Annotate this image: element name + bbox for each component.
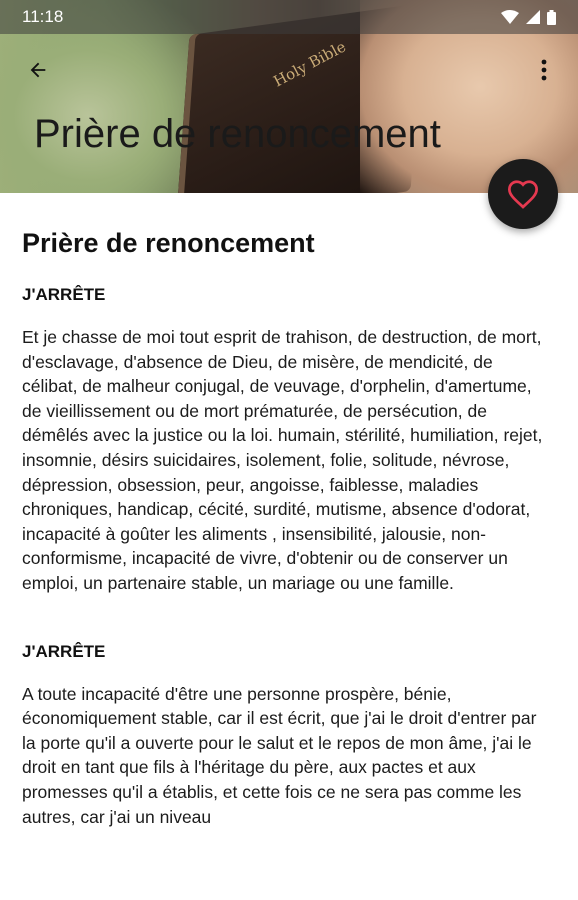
section-title: J'ARRÊTE xyxy=(22,285,106,304)
more-vert-icon xyxy=(541,59,547,81)
section-text: A toute incapacité d'être une personne p… xyxy=(22,683,537,827)
back-button[interactable] xyxy=(22,54,54,86)
section-text: Et je chasse de moi tout esprit de trahi… xyxy=(22,327,543,593)
app-bar xyxy=(0,44,578,96)
status-bar: 11:18 xyxy=(0,0,578,34)
heart-icon xyxy=(507,180,539,209)
favorite-button[interactable] xyxy=(488,159,558,229)
overflow-menu-button[interactable] xyxy=(528,54,560,86)
prayer-content: Prière de renoncement J'ARRÊTE Et je cha… xyxy=(22,228,552,829)
header-image: Holy Bible 11:18 Prière de renoncement xyxy=(0,0,578,193)
page-title: Prière de renoncement xyxy=(22,228,315,258)
signal-icon xyxy=(526,10,540,24)
battery-icon xyxy=(547,9,556,25)
back-arrow-icon xyxy=(30,62,46,78)
status-time: 11:18 xyxy=(22,7,64,26)
section-title: J'ARRÊTE xyxy=(22,641,106,661)
status-icons xyxy=(501,9,556,25)
collapsing-title: Prière de renoncement xyxy=(34,112,441,156)
wifi-icon xyxy=(501,10,519,24)
